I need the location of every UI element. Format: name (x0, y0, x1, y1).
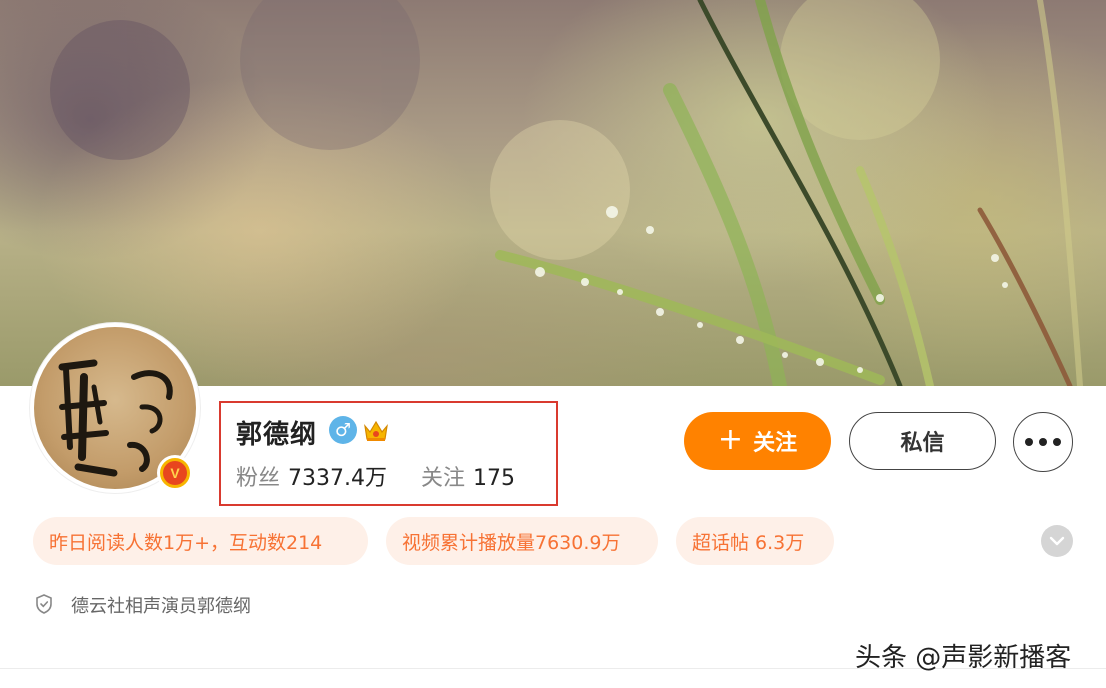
expand-button[interactable] (1041, 525, 1073, 557)
following-label: 关注 (421, 466, 466, 491)
chip-super-topic[interactable]: 超话帖 6.3万 (676, 517, 834, 565)
more-dots-icon (1025, 438, 1033, 446)
message-button[interactable]: 私信 (849, 412, 996, 470)
shield-icon (36, 594, 52, 614)
more-options-button[interactable] (1013, 412, 1073, 472)
follow-button-label: 关注 (753, 431, 798, 456)
follow-button[interactable]: + 关注 (684, 412, 831, 470)
chevron-down-icon (1049, 536, 1065, 546)
following-count[interactable]: 175 (473, 466, 515, 491)
more-dots-icon (1053, 438, 1061, 446)
fans-label: 粉丝 (236, 466, 281, 491)
verified-v-icon: V (157, 455, 193, 491)
crown-icon (364, 420, 388, 441)
fans-count[interactable]: 7337.4万 (288, 466, 387, 491)
profile-name: 郭德纲 (236, 420, 318, 450)
watermark: 头条 @声影新播客 (855, 643, 1072, 673)
chip-video-views[interactable]: 视频累计播放量7630.9万 (386, 517, 658, 565)
profile-stats: 粉丝 7337.4万 关注 175 (236, 460, 515, 492)
message-button-label: 私信 (900, 431, 945, 456)
verified-v-letter: V (163, 461, 187, 485)
cover-image (0, 0, 1106, 386)
chip-reading-stats[interactable]: 昨日阅读人数1万+，互动数214 (33, 517, 368, 565)
profile-description: 德云社相声演员郭德纲 (71, 596, 251, 617)
plus-icon: + (717, 421, 744, 457)
more-dots-icon (1039, 438, 1047, 446)
gender-male-icon: ♂ (329, 416, 357, 444)
